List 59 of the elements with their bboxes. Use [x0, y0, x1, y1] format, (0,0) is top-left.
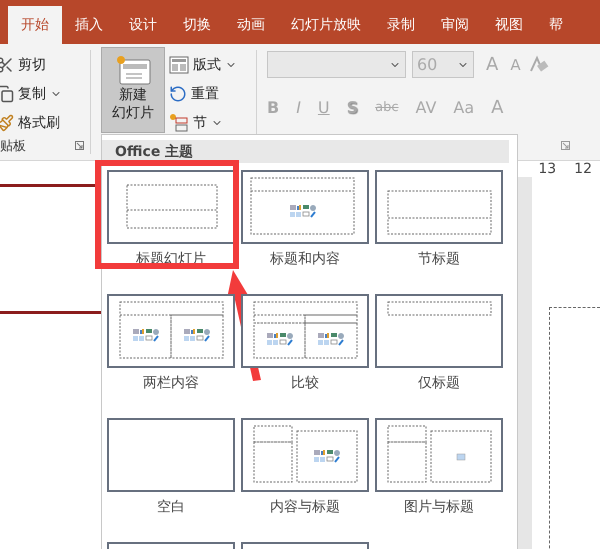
- ribbon-tab[interactable]: 录制: [374, 6, 428, 44]
- clipboard-button[interactable]: 剪切: [18, 56, 46, 74]
- layout-thumbnail[interactable]: [241, 170, 369, 244]
- new-slide-icon: [114, 54, 152, 86]
- layout-label: 比较: [291, 374, 319, 392]
- dialog-launcher-icon[interactable]: [75, 141, 84, 150]
- section-icon: [169, 112, 189, 132]
- content-placeholder-icon: [133, 329, 159, 342]
- layout-label: 内容与标题: [270, 498, 340, 516]
- layout-thumbnail[interactable]: [241, 294, 369, 368]
- content-placeholder-icon: [184, 329, 210, 342]
- picture-placeholder-icon: [456, 454, 466, 460]
- ribbon-tab[interactable]: 帮: [536, 6, 576, 44]
- reset-icon: [169, 84, 187, 102]
- slides-button[interactable]: 重置: [191, 84, 219, 102]
- ribbon-tab[interactable]: 切换: [170, 6, 224, 44]
- layout-thumbnail[interactable]: [375, 418, 503, 492]
- clipboard-button[interactable]: 格式刷: [18, 114, 60, 132]
- content-placeholder-icon: [318, 333, 344, 346]
- layout-thumbnail[interactable]: [241, 418, 369, 492]
- clipboard-button[interactable]: 复制: [18, 84, 46, 102]
- slides-button[interactable]: 节: [193, 114, 207, 132]
- layout-icon: [169, 56, 189, 74]
- font-name-field[interactable]: [267, 51, 406, 78]
- ruler-number: 12: [574, 161, 592, 177]
- ribbon-tab[interactable]: 审阅: [428, 6, 482, 44]
- ribbon-tab[interactable]: 视图: [482, 6, 536, 44]
- layout-label: 标题和内容: [270, 250, 340, 268]
- dialog-launcher-icon[interactable]: [561, 141, 570, 150]
- new-slide-label: 新建: [119, 86, 147, 104]
- layout-thumbnail[interactable]: [107, 170, 235, 244]
- layout-thumbnail[interactable]: [107, 294, 235, 368]
- gallery-header: Office 主题: [102, 140, 509, 163]
- content-placeholder-icon: [290, 205, 316, 218]
- font-size-value: 60: [417, 55, 438, 74]
- copy-icon: [0, 84, 14, 102]
- paintbrush-icon: [0, 114, 14, 132]
- content-placeholder-icon: [314, 450, 340, 463]
- slide-thumbnail[interactable]: [0, 184, 101, 314]
- new-slide-button[interactable]: 新建 幻灯片: [101, 47, 165, 133]
- ribbon-tab[interactable]: 插入: [62, 6, 116, 44]
- layout-label: 仅标题: [418, 374, 460, 392]
- layout-label: 图片与标题: [404, 498, 474, 516]
- layout-thumbnail[interactable]: [375, 294, 503, 368]
- ribbon-tab[interactable]: 幻灯片放映: [278, 6, 374, 44]
- content-placeholder-icon: [267, 333, 293, 346]
- ribbon-tab[interactable]: 设计: [116, 6, 170, 44]
- ribbon-tab[interactable]: 动画: [224, 6, 278, 44]
- layout-label: 两栏内容: [143, 374, 199, 392]
- ruler-number: 13: [538, 161, 556, 177]
- layout-thumbnail[interactable]: [375, 170, 503, 244]
- slides-button[interactable]: 版式: [193, 56, 221, 74]
- group-label: 贴板: [0, 138, 26, 155]
- new-slide-label: 幻灯片: [112, 104, 154, 122]
- layout-label: 空白: [157, 498, 185, 516]
- layout-thumbnail[interactable]: [107, 418, 235, 492]
- ribbon-tab[interactable]: 开始: [8, 6, 62, 44]
- scissors-icon: [0, 56, 14, 74]
- layout-label: 节标题: [418, 250, 460, 268]
